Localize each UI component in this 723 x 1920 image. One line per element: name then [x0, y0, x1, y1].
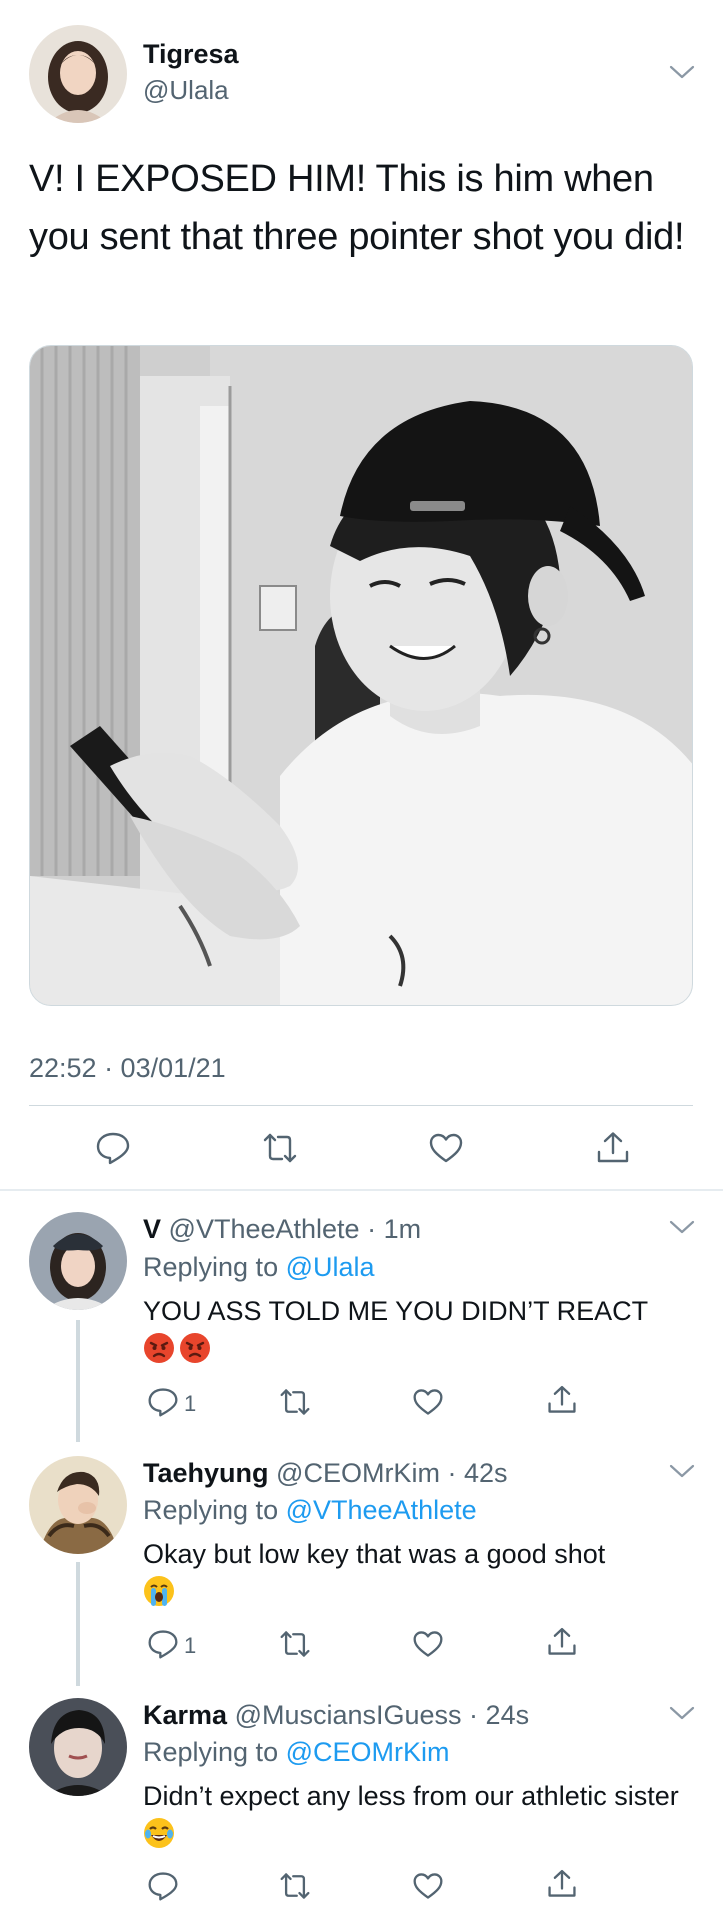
- thread-line: [76, 1320, 80, 1442]
- replying-to: Replying to @Ulala: [143, 1252, 375, 1283]
- reply-text: YOU ASS TOLD ME YOU DIDN’T REACT: [143, 1292, 703, 1368]
- chevron-down-icon[interactable]: [669, 1219, 695, 1235]
- tweet-photo[interactable]: [29, 345, 693, 1006]
- reply-text-content: YOU ASS TOLD ME YOU DIDN’T REACT: [143, 1296, 649, 1326]
- replying-mention[interactable]: @Ulala: [286, 1252, 375, 1282]
- angry-face-emoji: [143, 1332, 175, 1364]
- reply-avatar[interactable]: [29, 1456, 127, 1554]
- reply-icon[interactable]: [95, 1130, 131, 1166]
- reply-avatar[interactable]: [29, 1698, 127, 1796]
- tweet-timestamp[interactable]: 22:52 · 03/01/21: [29, 1053, 226, 1084]
- replying-label: Replying to: [143, 1252, 279, 1282]
- tweet-text: V! I EXPOSED HIM! This is him when you s…: [29, 158, 685, 258]
- replying-label: Replying to: [143, 1495, 279, 1525]
- reply-avatar[interactable]: [29, 1212, 127, 1310]
- share-icon[interactable]: [595, 1130, 631, 1166]
- author-name[interactable]: Tigresa: [143, 39, 239, 70]
- reply-count: 1: [184, 1633, 197, 1658]
- reply-count: 1: [184, 1391, 197, 1416]
- retweet-icon[interactable]: [279, 1870, 311, 1902]
- like-icon[interactable]: [412, 1386, 444, 1418]
- replying-to: Replying to @VTheeAthlete: [143, 1495, 477, 1526]
- reply-time[interactable]: 1m: [384, 1214, 422, 1244]
- retweet-icon[interactable]: [279, 1628, 311, 1660]
- thread-line: [76, 1562, 80, 1686]
- reply-author-handle[interactable]: @CEOMrKim: [276, 1458, 440, 1488]
- angry-face-emoji: [179, 1332, 211, 1364]
- chevron-down-icon[interactable]: [669, 1463, 695, 1479]
- replying-mention[interactable]: @VTheeAthlete: [286, 1495, 477, 1525]
- retweet-icon[interactable]: [262, 1130, 298, 1166]
- separator-dot: ·: [461, 1700, 486, 1730]
- like-icon[interactable]: [428, 1130, 464, 1166]
- reply-text: Didn’t expect any less from our athletic…: [143, 1777, 703, 1853]
- share-icon[interactable]: [546, 1384, 578, 1416]
- chevron-down-icon[interactable]: [669, 64, 695, 80]
- reply-time[interactable]: 24s: [486, 1700, 530, 1730]
- reply-icon[interactable]: [147, 1870, 179, 1902]
- replying-mention[interactable]: @CEOMrKim: [286, 1737, 450, 1767]
- reply-icon[interactable]: [147, 1628, 179, 1660]
- separator-dot: ·: [439, 1458, 464, 1488]
- reply-text: Okay but low key that was a good shot: [143, 1535, 703, 1611]
- like-icon[interactable]: [412, 1628, 444, 1660]
- divider: [29, 1105, 693, 1106]
- reply-author-name[interactable]: V: [143, 1214, 161, 1244]
- reply-text-content: Didn’t expect any less from our athletic…: [143, 1781, 679, 1811]
- share-icon[interactable]: [546, 1868, 578, 1900]
- tears-of-joy-emoji: [143, 1817, 175, 1849]
- section-divider: [0, 1189, 723, 1191]
- reply-author-name[interactable]: Karma: [143, 1700, 227, 1730]
- share-icon[interactable]: [546, 1626, 578, 1658]
- separator-dot: ·: [359, 1214, 384, 1244]
- reply-text-content: Okay but low key that was a good shot: [143, 1539, 606, 1569]
- author-handle[interactable]: @Ulala: [143, 75, 229, 106]
- retweet-icon[interactable]: [279, 1386, 311, 1418]
- reply-author-handle[interactable]: @MusciansIGuess: [235, 1700, 462, 1730]
- chevron-down-icon[interactable]: [669, 1705, 695, 1721]
- reply-author-handle[interactable]: @VTheeAthlete: [169, 1214, 360, 1244]
- replying-label: Replying to: [143, 1737, 279, 1767]
- reply-icon[interactable]: [147, 1386, 179, 1418]
- replying-to: Replying to @CEOMrKim: [143, 1737, 450, 1768]
- like-icon[interactable]: [412, 1870, 444, 1902]
- crying-face-emoji: [143, 1575, 175, 1607]
- author-avatar[interactable]: [29, 25, 127, 123]
- reply-author-name[interactable]: Taehyung: [143, 1458, 269, 1488]
- reply-time[interactable]: 42s: [464, 1458, 508, 1488]
